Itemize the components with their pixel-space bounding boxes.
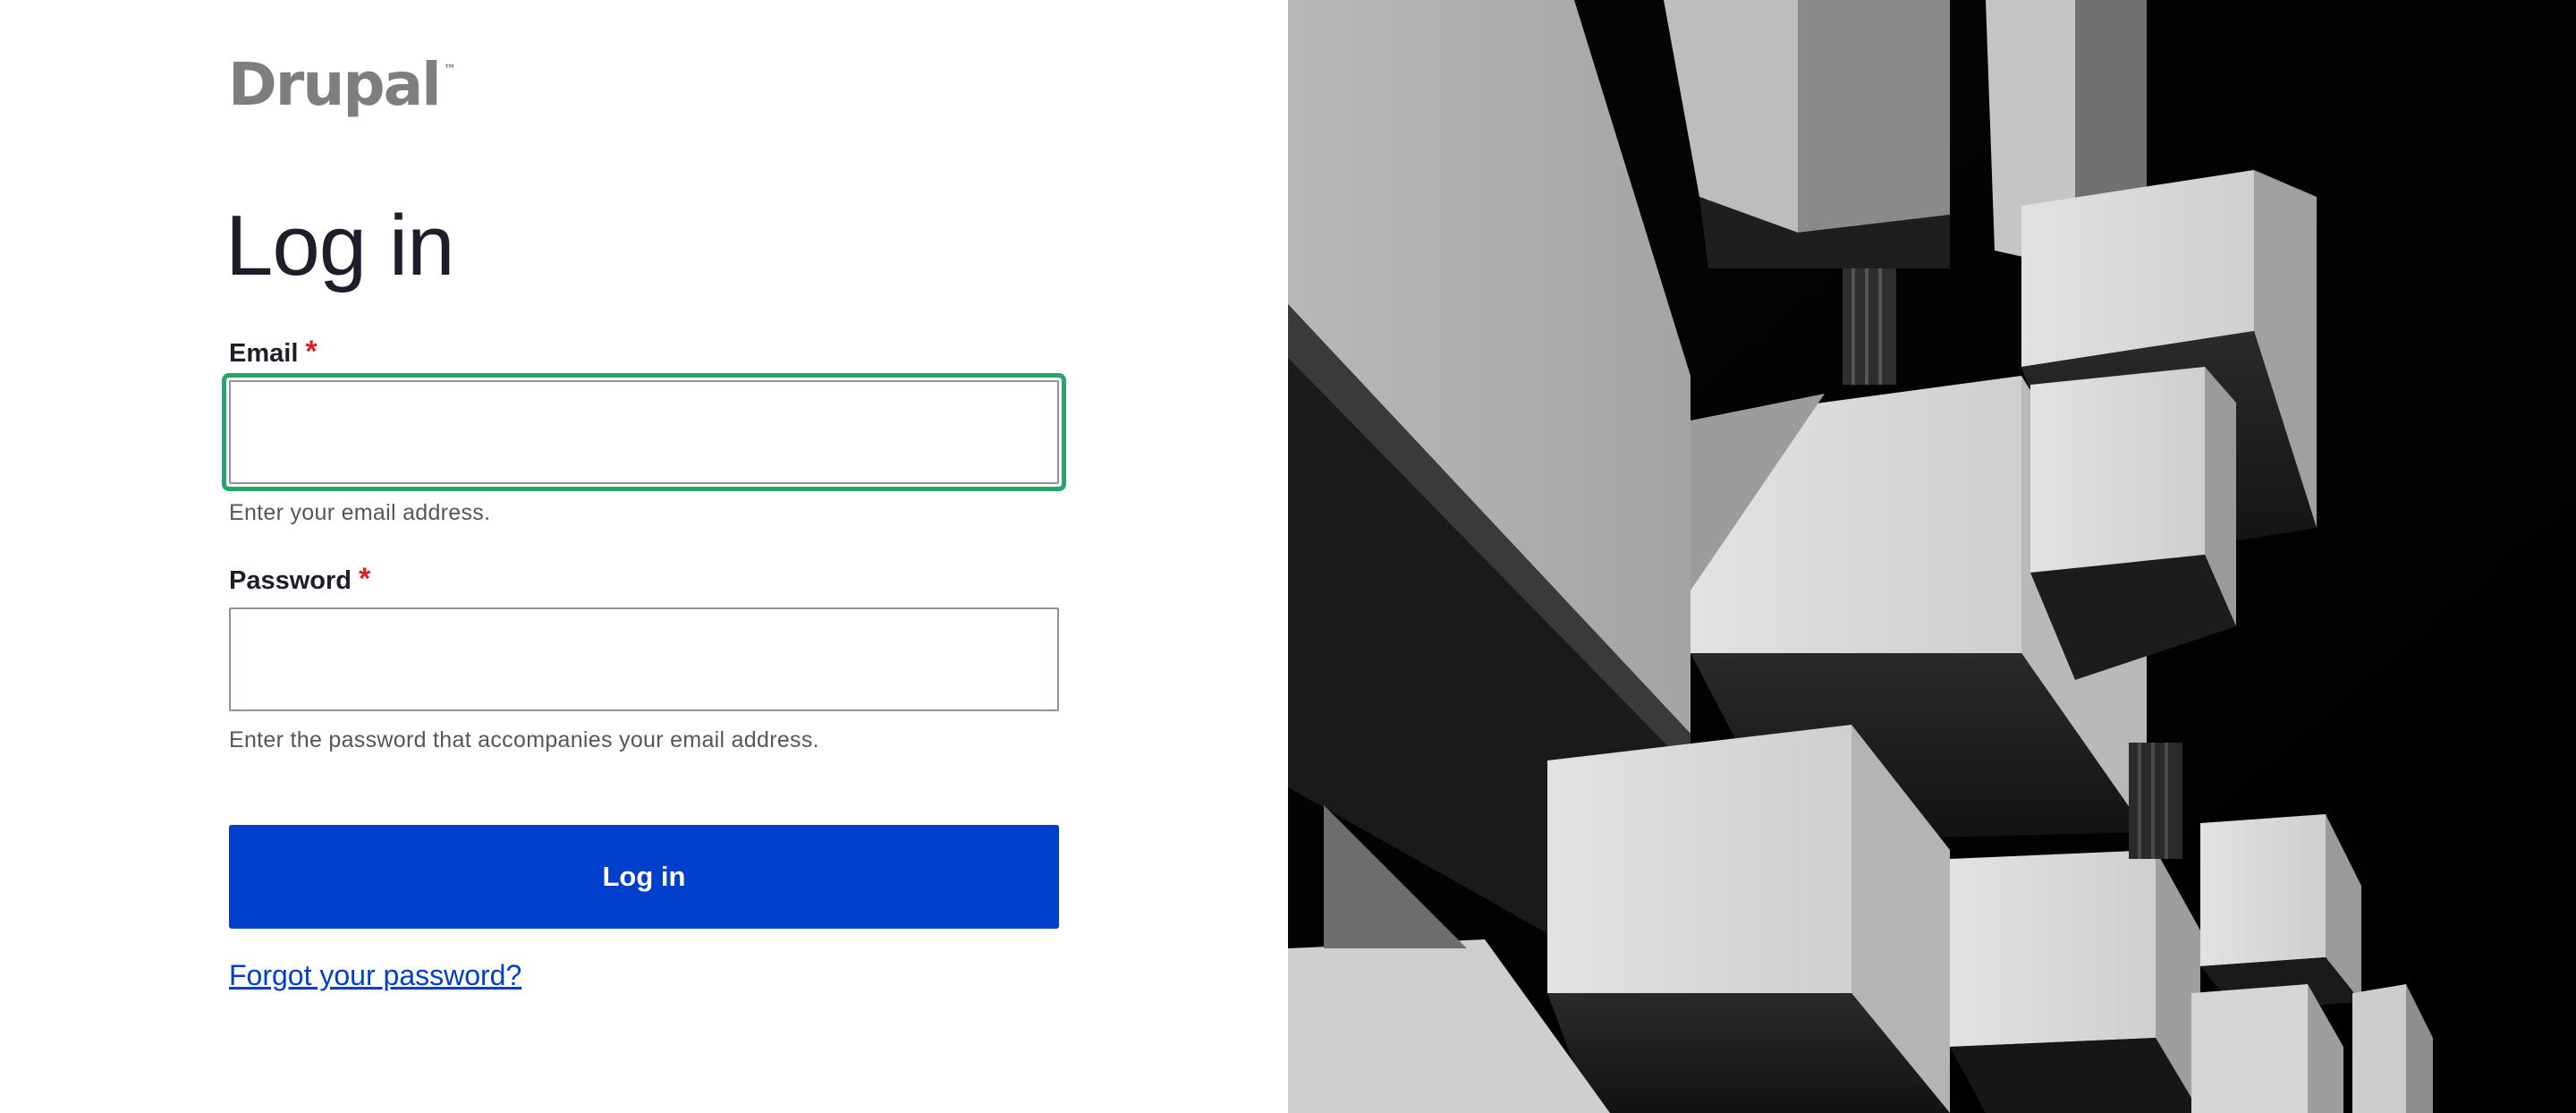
login-panel: Drupal ™ Log in Email * Enter your email… bbox=[0, 0, 1288, 1113]
email-field-group: Email * Enter your email address. bbox=[222, 335, 1066, 526]
password-input-wrap bbox=[229, 607, 1059, 711]
login-page: Drupal ™ Log in Email * Enter your email… bbox=[0, 0, 2576, 1113]
architecture-balconies-image bbox=[1288, 0, 2576, 1113]
password-required-icon: * bbox=[359, 562, 371, 596]
email-input[interactable] bbox=[229, 379, 1059, 484]
page-title: Log in bbox=[225, 198, 455, 293]
password-input[interactable] bbox=[229, 607, 1059, 711]
password-label: Password * bbox=[229, 562, 1059, 597]
password-help-text: Enter the password that accompanies your… bbox=[229, 726, 819, 752]
email-focus-ring bbox=[222, 372, 1066, 491]
background-image-panel bbox=[1288, 0, 2576, 1113]
email-help-text: Enter your email address. bbox=[229, 499, 491, 525]
email-required-icon: * bbox=[305, 335, 318, 369]
logo-wordmark: Drupal bbox=[228, 50, 442, 119]
email-label-text: Email bbox=[229, 339, 299, 368]
logo-trademark: ™ bbox=[443, 63, 456, 77]
forgot-password-link[interactable]: Forgot your password? bbox=[229, 959, 521, 992]
login-button[interactable]: Log in bbox=[229, 825, 1059, 929]
password-label-text: Password bbox=[229, 566, 352, 595]
email-label: Email * bbox=[229, 335, 1059, 370]
drupal-logo[interactable]: Drupal ™ bbox=[228, 55, 456, 115]
password-field-group: Password * Enter the password that accom… bbox=[229, 562, 1059, 753]
